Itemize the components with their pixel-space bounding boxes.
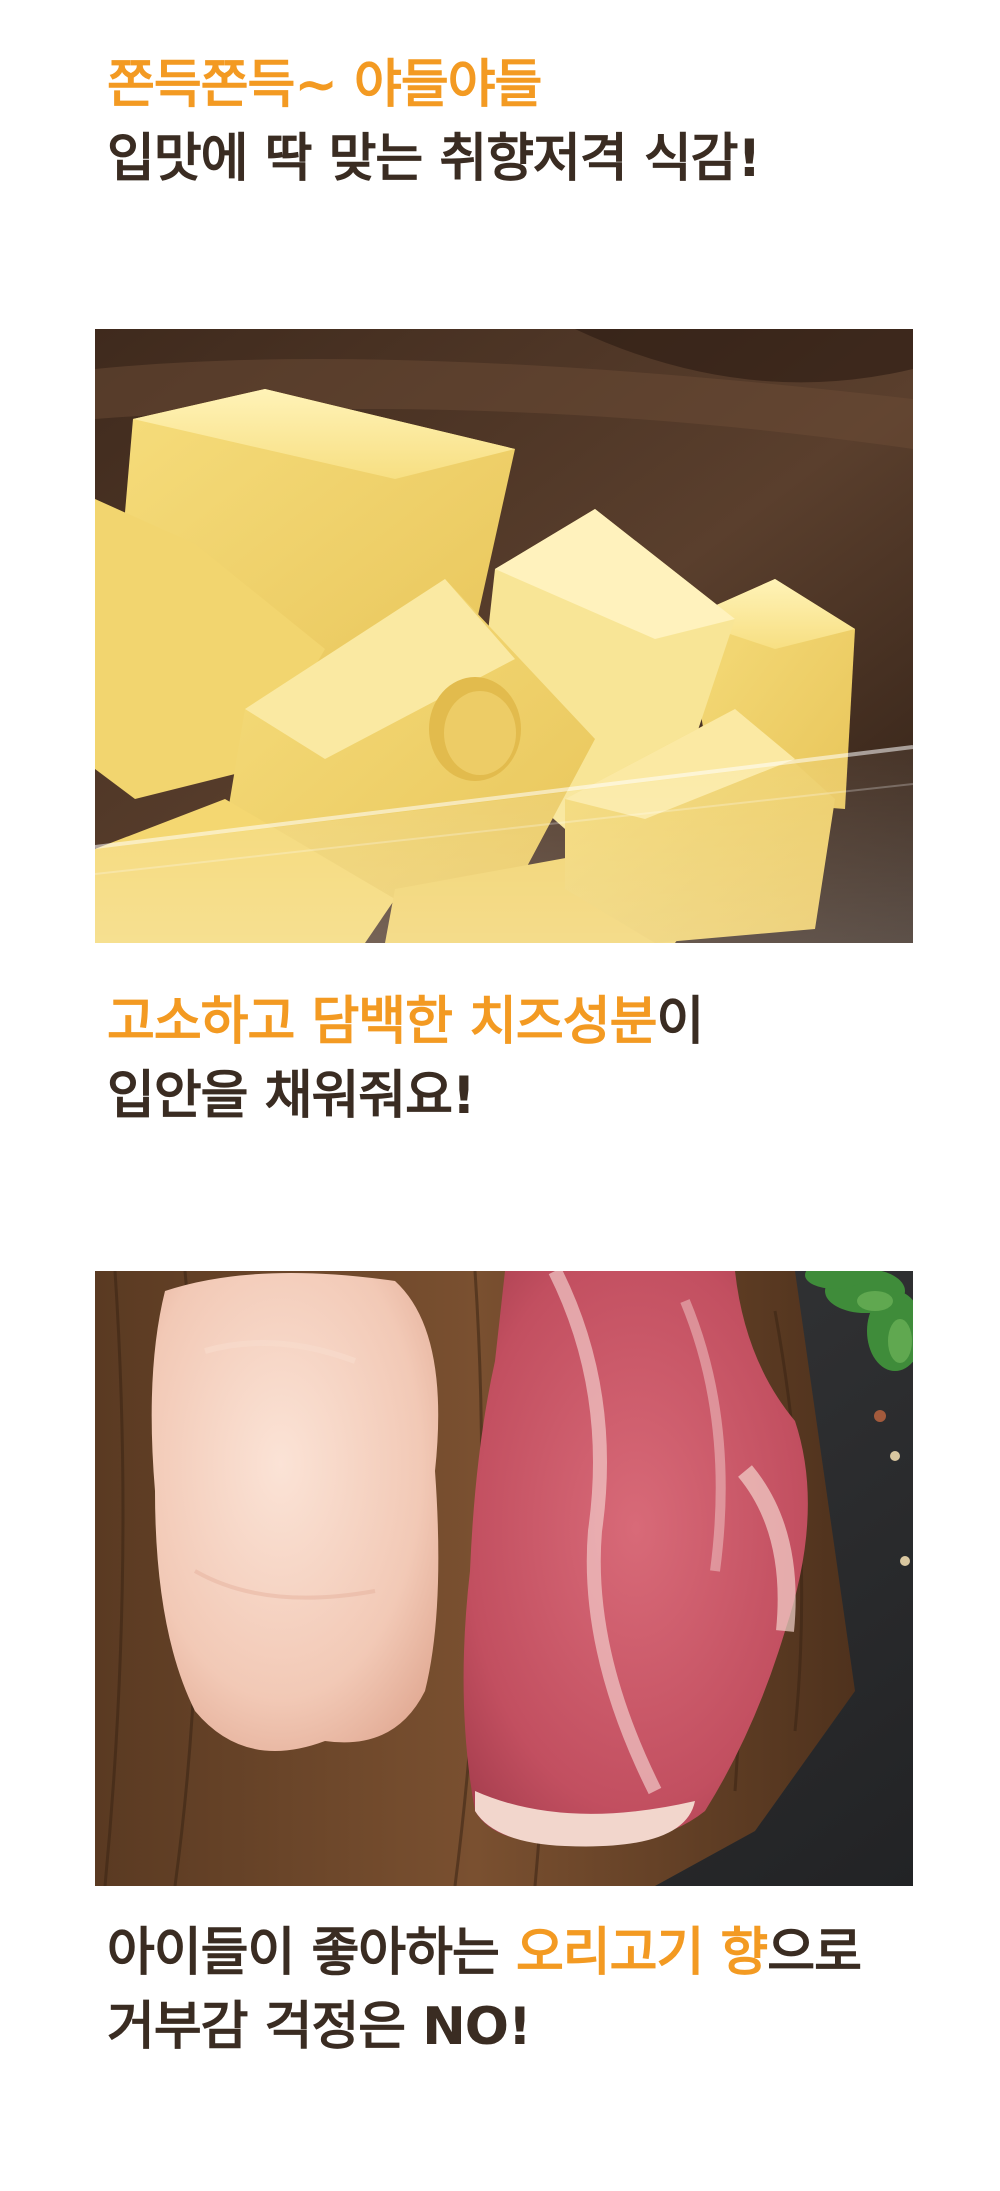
headline-3-line-1-post: 으로 xyxy=(767,1923,862,1983)
headline-2-line-1: 고소하고 담백한 치즈성분이 xyxy=(107,985,704,1059)
headline-2-highlight: 고소하고 담백한 치즈성분 xyxy=(107,992,657,1052)
section-3-headline: 아이들이 좋아하는 오리고기 향으로 거부감 걱정은 NO! xyxy=(107,1916,862,2064)
headline-3-highlight: 오리고기 향 xyxy=(515,1923,768,1983)
section-2-headline: 고소하고 담백한 치즈성분이 입안을 채워줘요! xyxy=(107,985,704,1133)
headline-1-line-2: 입맛에 딱 맞는 취향저격 식감! xyxy=(107,129,761,189)
headline-2-line-1-rest: 이 xyxy=(656,992,704,1052)
section-1-headline: 쫀득쫀득~ 야들야들 입맛에 딱 맞는 취향저격 식감! xyxy=(107,48,761,196)
headline-3-line-2: 거부감 걱정은 NO! xyxy=(107,1997,532,2057)
headline-2-line-2: 입안을 채워줘요! xyxy=(107,1066,476,1126)
headline-3-line-1-pre: 아이들이 좋아하는 xyxy=(107,1923,516,1983)
headline-1-line-1: 쫀득쫀득~ 야들야들 xyxy=(107,55,542,115)
raw-duck-meat-image xyxy=(95,1271,913,1886)
cheese-cubes-image xyxy=(95,329,913,943)
headline-3-line-1: 아이들이 좋아하는 오리고기 향으로 xyxy=(107,1916,862,1990)
